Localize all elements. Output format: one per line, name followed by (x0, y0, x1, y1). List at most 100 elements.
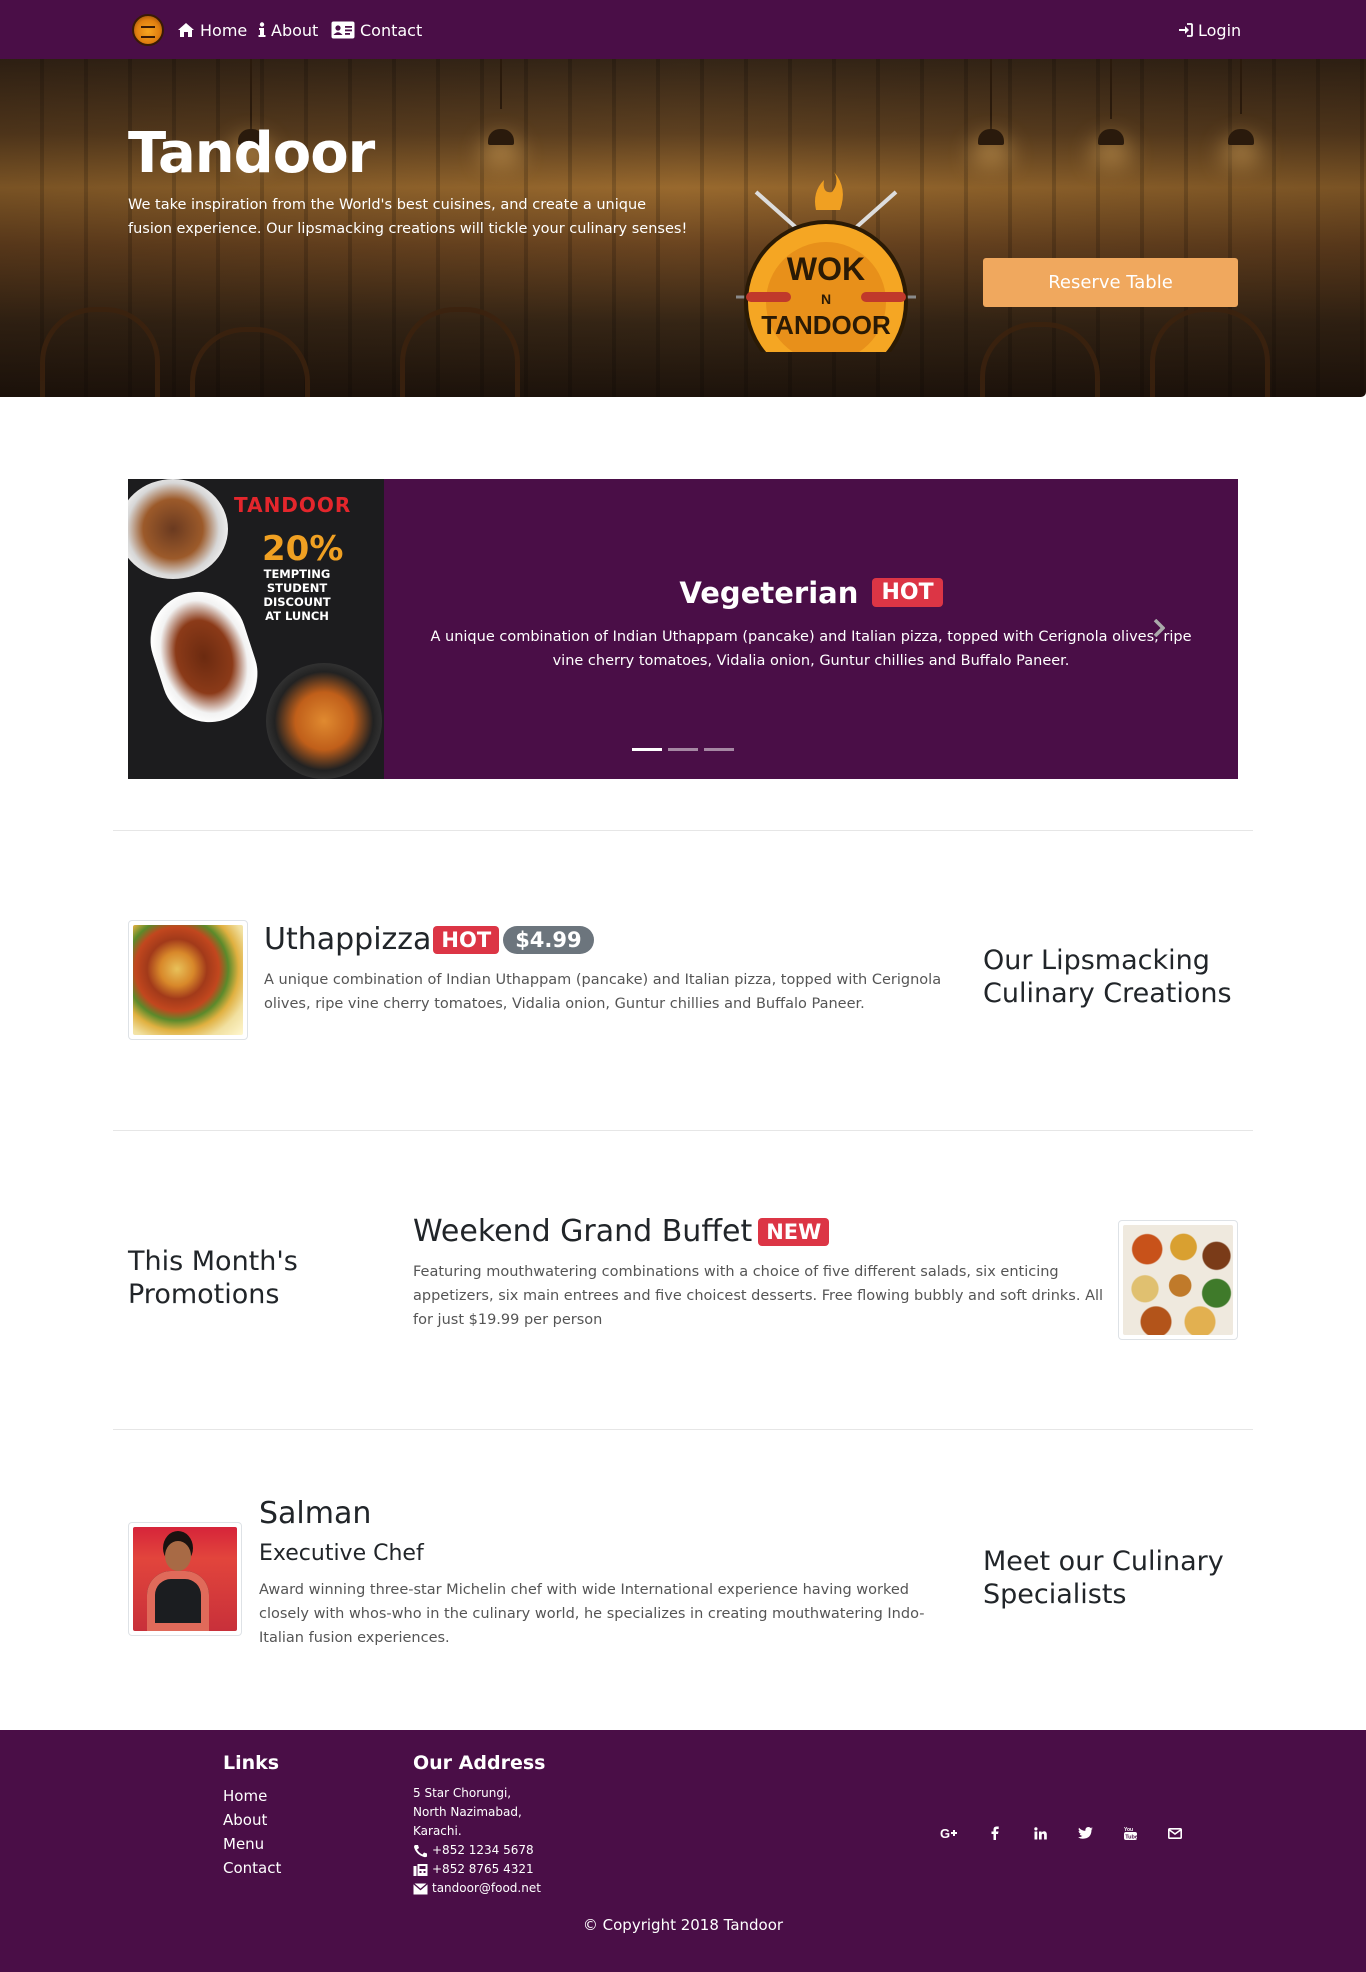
leader-description: Award winning three-star Michelin chef w… (259, 1582, 925, 1646)
linkedin-icon[interactable] (1030, 1823, 1050, 1843)
fax-row: +852 8765 4321 (413, 1860, 541, 1879)
promo-carousel: TANDOOR 20% TEMPTING STUDENT DISCOUNT AT… (128, 479, 1238, 779)
fax-number: +852 8765 4321 (432, 1862, 534, 1876)
leader-role: Executive Chef (259, 1541, 424, 1566)
google-plus-icon[interactable]: G (940, 1823, 960, 1843)
footer-address: 5 Star Chorungi, North Nazimabad, Karach… (413, 1784, 541, 1898)
hero-chair (40, 307, 160, 397)
hero-lamp (238, 59, 264, 145)
copyright: © Copyright 2018 Tandoor (582, 1916, 784, 1934)
brand-logo[interactable] (132, 14, 164, 46)
reserve-table-button[interactable]: Reserve Table (983, 258, 1238, 307)
section-divider (113, 1130, 1253, 1131)
address-line: 5 Star Chorungi, (413, 1786, 512, 1800)
phone-number[interactable]: +852 1234 5678 (432, 1841, 534, 1860)
address-line: Karachi. (413, 1824, 462, 1838)
footer-link-home[interactable]: Home (223, 1784, 281, 1808)
dish-image (266, 663, 382, 779)
fax-icon (413, 1863, 428, 1876)
email-address[interactable]: tandoor@food.net (432, 1879, 541, 1898)
carousel-indicators (632, 748, 734, 751)
mail-icon[interactable] (1165, 1823, 1185, 1843)
carousel-title-text: Vegeterian (679, 576, 859, 610)
sign-in-icon (1179, 23, 1193, 37)
svg-text:G: G (940, 1827, 950, 1839)
price-badge: $4.99 (503, 925, 594, 954)
promo-percent: 20% (262, 529, 344, 569)
footer-link-menu[interactable]: Menu (223, 1832, 281, 1856)
promotion-description: Featuring mouthwatering combinations wit… (413, 1264, 1104, 1328)
footer-links-title: Links (223, 1752, 280, 1774)
section-divider (113, 830, 1253, 831)
promotion-section-title: This Month's Promotions (128, 1246, 298, 1310)
hot-badge: HOT (433, 925, 500, 954)
phone-row: +852 1234 5678 (413, 1841, 541, 1860)
dish-section-title: Our Lipsmacking Culinary Creations (983, 945, 1232, 1009)
navbar: Home About Contact Login (0, 0, 1366, 59)
hot-badge: HOT (872, 578, 943, 607)
login-label: Login (1198, 20, 1242, 40)
promotion-name: Weekend Grand Buffet (413, 1214, 753, 1249)
carousel-indicator[interactable] (704, 748, 734, 751)
footer-link-contact[interactable]: Contact (223, 1856, 281, 1880)
hero-chair (980, 322, 1100, 397)
footer-links-list: Home About Menu Contact (223, 1784, 281, 1880)
promo-subtext-line: AT LUNCH (265, 609, 329, 623)
footer: Links Home About Menu Contact Our Addres… (0, 1730, 1366, 1972)
hero-jumbotron: Tandoor We take inspiration from the Wor… (0, 59, 1366, 397)
svg-text:Tube: Tube (1125, 1835, 1137, 1841)
hero-lamp (1098, 59, 1124, 145)
logo-text-tandoor: TANDOOR (761, 310, 891, 340)
nav-about-label: About (271, 20, 319, 40)
leader-section-title: Meet our Culinary Specialists (983, 1546, 1224, 1610)
carousel-indicator[interactable] (632, 748, 662, 751)
login-link[interactable]: Login (1179, 19, 1241, 41)
dish-name: Uthappizza (264, 922, 432, 957)
hero-lamp (978, 59, 1004, 145)
chevron-right-icon (1153, 619, 1165, 637)
carousel-indicator[interactable] (668, 748, 698, 751)
carousel-caption-title: Vegeterian HOT (384, 576, 1238, 610)
nav-contact-label: Contact (360, 20, 423, 40)
nav-home-link[interactable]: Home (177, 19, 247, 41)
hero-chair (190, 327, 310, 397)
promo-subtext-line: STUDENT DISCOUNT (263, 581, 331, 609)
footer-address-title: Our Address (413, 1752, 546, 1774)
leader-name: Salman (259, 1496, 372, 1531)
nav-home-label: Home (200, 20, 248, 40)
info-icon (258, 22, 266, 37)
hero-lamp (488, 59, 514, 145)
logo-text-n: N (821, 291, 831, 307)
youtube-icon[interactable]: You Tube (1120, 1823, 1140, 1843)
promo-subtext: TEMPTING STUDENT DISCOUNT AT LUNCH (232, 567, 362, 623)
dish-thumbnail[interactable] (128, 920, 248, 1040)
hero-chair (1150, 307, 1270, 397)
buffet-image (1123, 1225, 1233, 1335)
promo-image: TANDOOR 20% TEMPTING STUDENT DISCOUNT AT… (128, 479, 384, 779)
footer-link-about[interactable]: About (223, 1808, 281, 1832)
nav-about-link[interactable]: About (258, 19, 318, 41)
facebook-icon[interactable] (985, 1823, 1005, 1843)
envelope-icon (413, 1882, 428, 1894)
address-card-icon (331, 21, 355, 39)
chef-thumbnail[interactable] (128, 1522, 242, 1636)
pizza-image (133, 925, 243, 1035)
phone-icon (414, 1844, 427, 1857)
hero-lamp (1228, 59, 1254, 145)
promo-brand: TANDOOR (234, 493, 352, 517)
nav-contact-link[interactable]: Contact (331, 19, 422, 41)
logo-text-wok: WOK (787, 251, 865, 287)
promotion-thumbnail[interactable] (1118, 1220, 1238, 1340)
noodle-dish-image (128, 479, 228, 579)
email-row: tandoor@food.net (413, 1879, 541, 1898)
social-links: G You Tube (940, 1823, 1185, 1843)
address-line: North Nazimabad, (413, 1805, 522, 1819)
twitter-icon[interactable] (1075, 1823, 1095, 1843)
home-icon (178, 23, 194, 37)
carousel-next-button[interactable] (1144, 613, 1174, 643)
promotion-title: Weekend Grand Buffet NEW (413, 1214, 830, 1249)
hero-text: We take inspiration from the World's bes… (128, 197, 688, 237)
wok-n-tandoor-logo: WOK N TANDOOR (736, 172, 916, 352)
section-divider (113, 1429, 1253, 1430)
new-badge: NEW (758, 1217, 830, 1246)
